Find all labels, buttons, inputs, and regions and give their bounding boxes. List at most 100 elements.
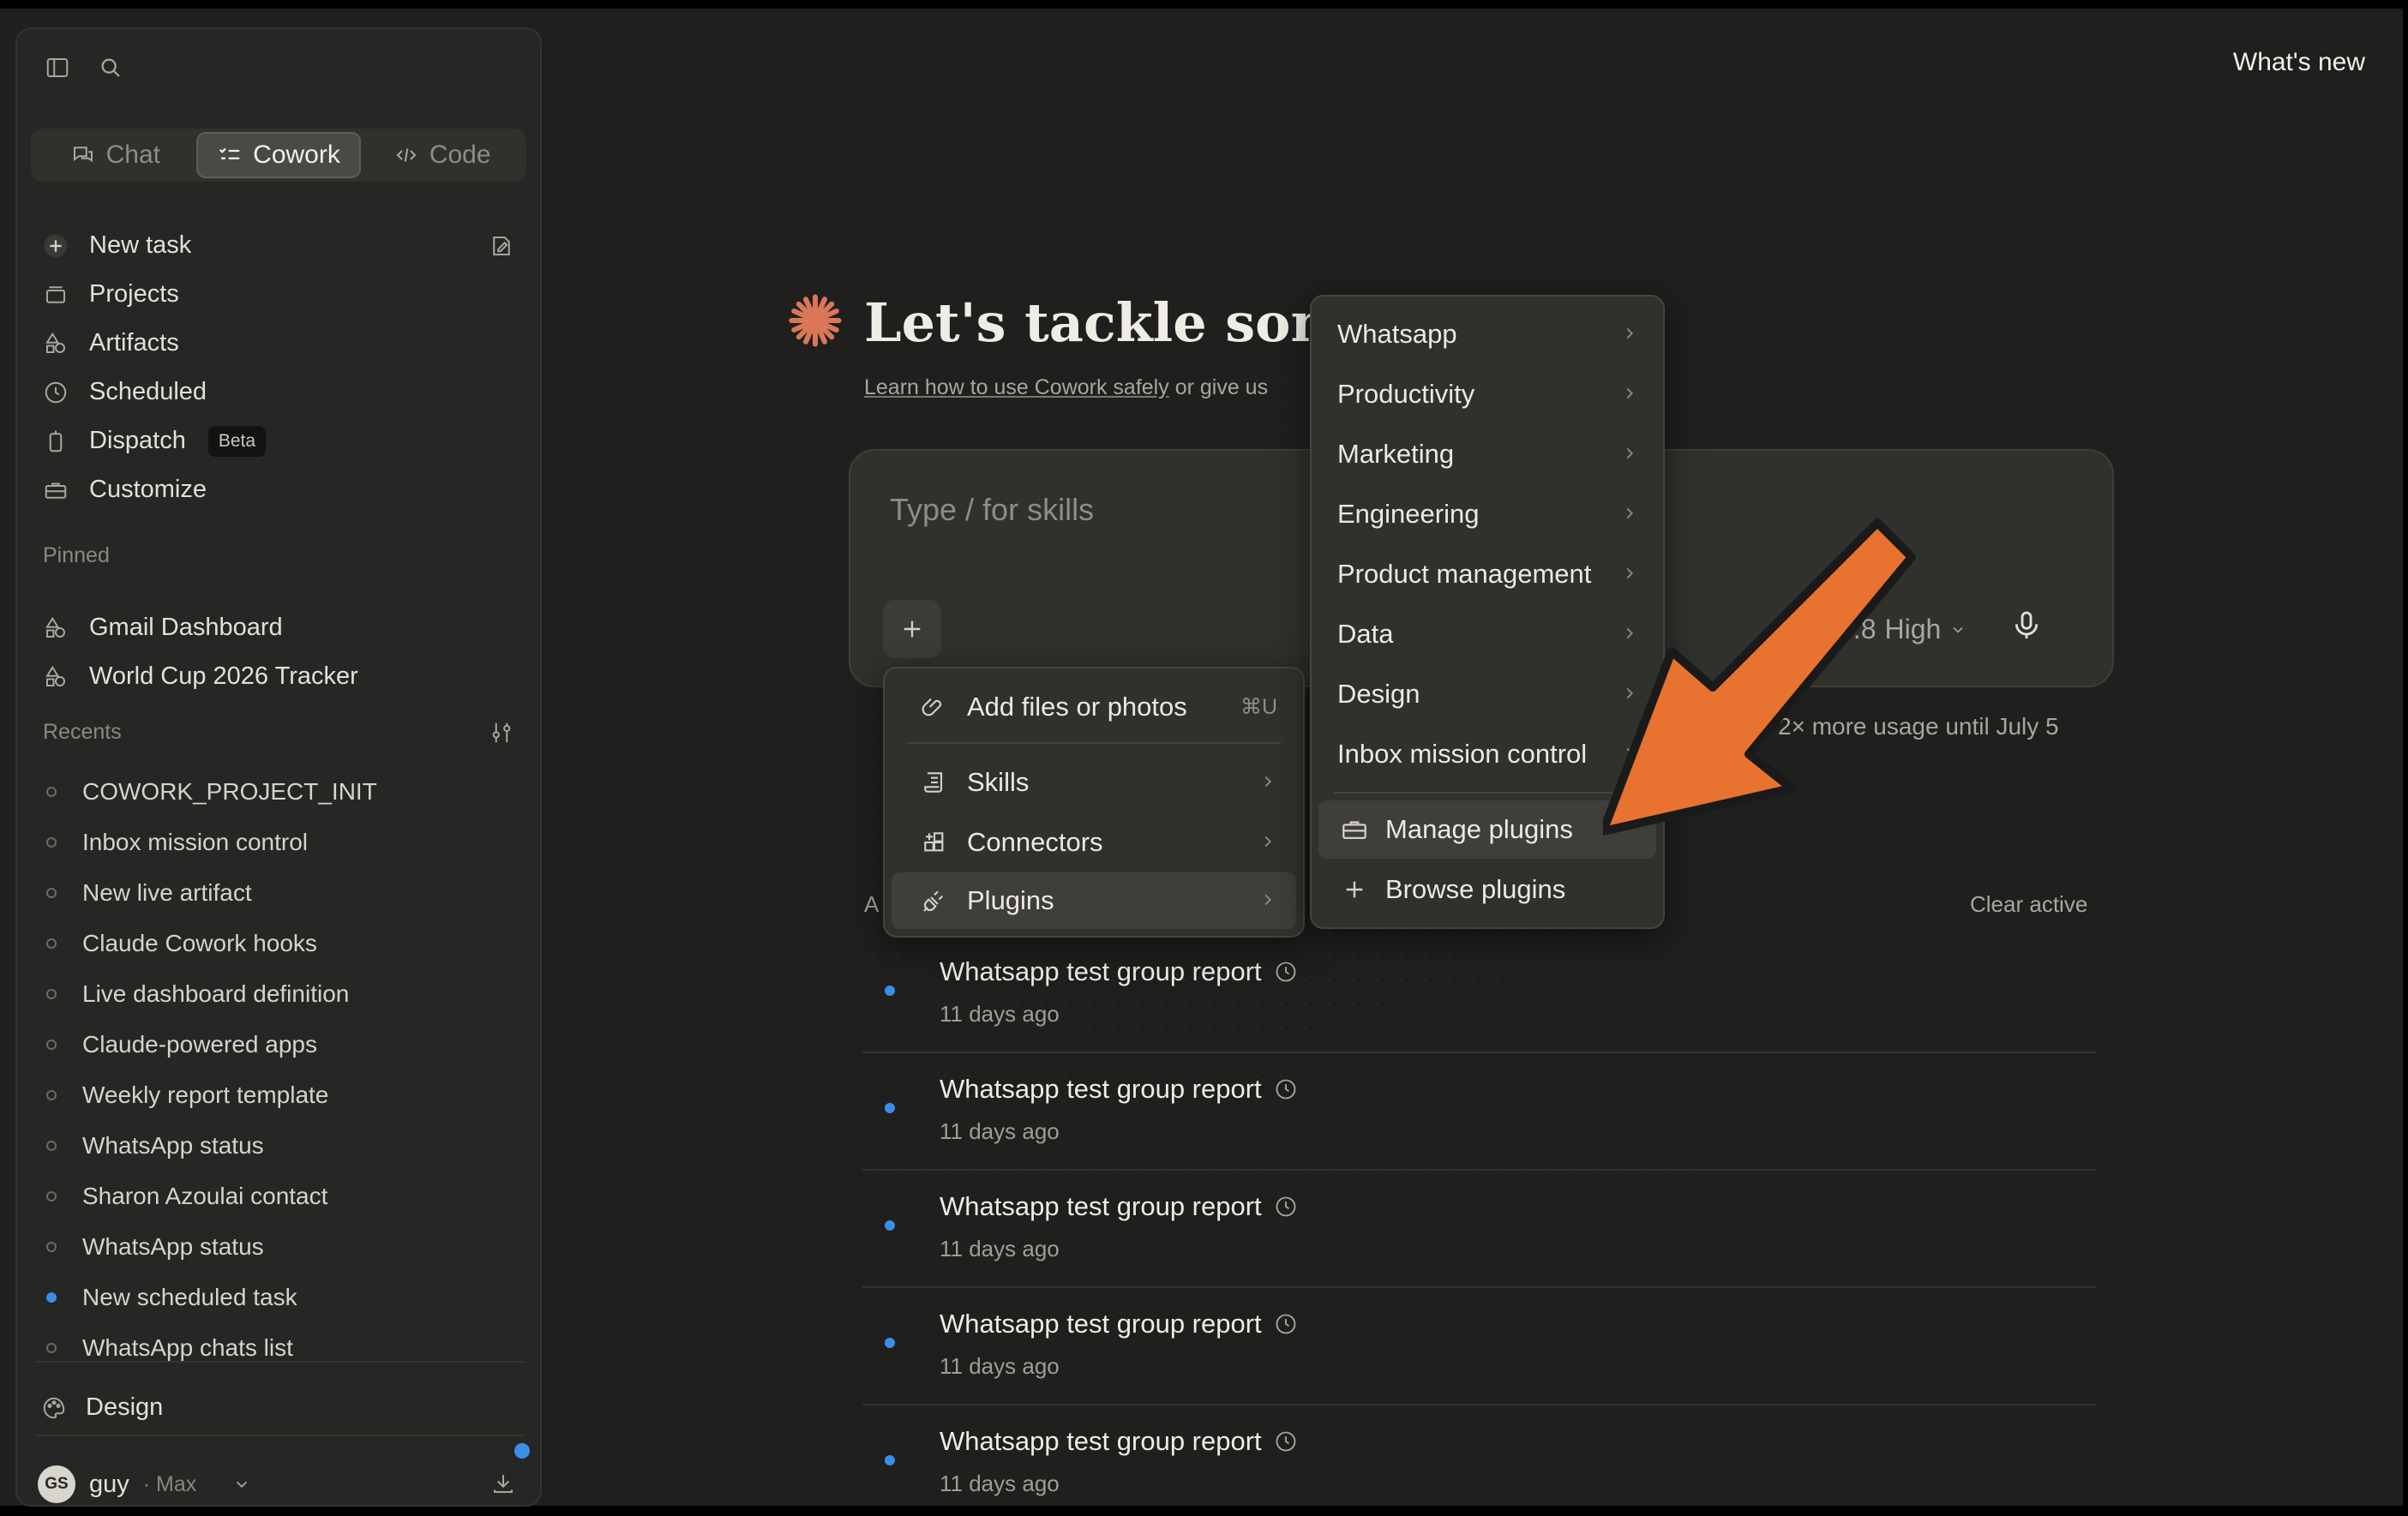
hero-heading: Let's tackle something [787, 291, 1387, 354]
sidebar-item-scheduled[interactable]: Scheduled [38, 368, 526, 416]
list-item[interactable]: WhatsApp chats list [38, 1322, 526, 1373]
mode-tabs: Chat Cowork Code [31, 129, 526, 182]
list-item[interactable]: WhatsApp status [38, 1221, 526, 1272]
recents-list: COWORK_PROJECT_INIT Inbox mission contro… [38, 766, 526, 1373]
task-title: Whatsapp test group report [940, 1074, 1298, 1105]
plugin-category-item[interactable]: Productivity [1318, 365, 1656, 423]
table-row[interactable]: Whatsapp test group report 11 days ago [862, 936, 2097, 1053]
tab-code-label: Code [429, 141, 491, 169]
table-row[interactable]: Whatsapp test group report 11 days ago [862, 1053, 2097, 1171]
menu-item-label: Product management [1337, 559, 1592, 589]
active-dot [46, 1291, 57, 1303]
menu-item-label: Whatsapp [1337, 319, 1457, 349]
divider [36, 1435, 525, 1436]
browse-plugins-button[interactable]: Browse plugins [1318, 860, 1656, 919]
sidebar-item-design[interactable]: Design [41, 1393, 163, 1422]
tab-code[interactable]: Code [361, 132, 523, 178]
sidebar-item-customize[interactable]: Customize [38, 465, 526, 514]
list-item[interactable]: COWORK_PROJECT_INIT [38, 766, 526, 817]
pinned-label: Pinned [43, 543, 110, 567]
folder-icon [41, 282, 70, 308]
list-item[interactable]: Claude Cowork hooks [38, 918, 526, 968]
tab-cowork-label: Cowork [253, 141, 340, 169]
list-item-label: Claude-powered apps [82, 1030, 317, 1058]
list-item[interactable]: WhatsApp status [38, 1120, 526, 1171]
checklist-icon [217, 142, 243, 168]
menu-item-label: Skills [967, 767, 1030, 797]
list-item[interactable]: Sharon Azoulai contact [38, 1171, 526, 1221]
task-title-text: Whatsapp test group report [940, 1074, 1262, 1104]
add-button[interactable] [883, 600, 941, 658]
menu-item-label: Data [1337, 619, 1394, 649]
sidebar-item-artifacts[interactable]: Artifacts [38, 319, 526, 368]
user-plan: · Max [142, 1471, 197, 1496]
list-item[interactable]: Live dashboard definition [38, 968, 526, 1019]
download-icon[interactable] [490, 1471, 516, 1496]
search-icon[interactable] [98, 55, 123, 81]
table-row[interactable]: Whatsapp test group report 11 days ago [862, 1405, 2097, 1516]
sidebar-item-new-task[interactable]: New task [38, 221, 526, 270]
task-title-text: Whatsapp test group report [940, 1309, 1262, 1339]
menu-item-connectors[interactable]: Connectors [892, 814, 1296, 871]
active-dot [885, 1338, 895, 1348]
menu-divider [907, 742, 1281, 744]
section-label: A [864, 891, 880, 917]
sidebar-item-label: Dispatch [89, 427, 186, 454]
table-row[interactable]: Whatsapp test group report 11 days ago [862, 1171, 2097, 1288]
prompt-input[interactable]: Type / for skills [890, 492, 1094, 528]
list-item[interactable]: Claude-powered apps [38, 1019, 526, 1070]
filter-sliders-icon[interactable] [489, 720, 514, 746]
sidebar-item-projects[interactable]: Projects [38, 270, 526, 319]
clock-icon [1274, 1195, 1298, 1219]
list-item-label: WhatsApp status [82, 1131, 264, 1159]
menu-item-plugins[interactable]: Plugins [892, 872, 1296, 929]
list-item[interactable]: Inbox mission control [38, 817, 526, 867]
clear-active-button[interactable]: Clear active [1970, 891, 2087, 918]
status-dot [46, 1089, 57, 1100]
microphone-icon[interactable] [2009, 608, 2044, 643]
sidebar-item-label: Projects [89, 280, 179, 308]
sidebar-item-label: New task [89, 231, 192, 259]
briefcase-icon [41, 477, 70, 503]
plus-icon [1337, 876, 1372, 903]
table-row[interactable]: Whatsapp test group report 11 days ago [862, 1288, 2097, 1405]
menu-divider [1334, 792, 1641, 794]
status-dot [46, 938, 57, 949]
menu-item-skills[interactable]: Skills [892, 754, 1296, 811]
list-item[interactable]: Weekly report template [38, 1070, 526, 1120]
task-list: Whatsapp test group report 11 days ago W… [862, 936, 2097, 1516]
pinned-item[interactable]: World Cup 2026 Tracker [38, 652, 526, 701]
list-item-label: COWORK_PROJECT_INIT [82, 777, 377, 805]
chevron-right-icon [1620, 379, 1639, 410]
task-title: Whatsapp test group report [940, 1426, 1298, 1457]
plugin-category-item[interactable]: Marketing [1318, 425, 1656, 483]
tab-chat[interactable]: Chat [34, 132, 196, 178]
list-item[interactable]: New scheduled task [38, 1272, 526, 1322]
whats-new-link[interactable]: What's new [2233, 48, 2365, 77]
tab-cowork[interactable]: Cowork [195, 132, 362, 178]
sidebar-toolbar [45, 55, 123, 81]
task-title: Whatsapp test group report [940, 1191, 1298, 1222]
hero-subtitle: Learn how to use Cowork safely or give u… [864, 375, 1310, 400]
plugin-category-item[interactable]: Whatsapp [1318, 305, 1656, 363]
chevron-right-icon [1620, 319, 1639, 350]
sidebar-item-dispatch[interactable]: Dispatch Beta [38, 416, 526, 465]
chevron-right-icon [1258, 767, 1277, 798]
menu-item-add-files[interactable]: Add files or photos ⌘U [892, 679, 1296, 735]
user-menu[interactable]: GS guy · Max [38, 1465, 251, 1503]
task-time: 11 days ago [940, 1353, 1060, 1379]
list-item-label: New scheduled task [82, 1283, 297, 1310]
pinned-item-label: Gmail Dashboard [89, 614, 283, 641]
sidebar-toggle-icon[interactable] [45, 55, 70, 81]
hero-subtitle-rest: or give us [1168, 375, 1269, 399]
active-dot [885, 1103, 895, 1113]
pinned-item[interactable]: Gmail Dashboard [38, 603, 526, 652]
tab-chat-label: Chat [105, 141, 161, 169]
status-dot [46, 1190, 57, 1201]
list-item[interactable]: New live artifact [38, 867, 526, 918]
toolbox-icon [1337, 815, 1372, 844]
menu-item-label: Connectors [967, 827, 1103, 857]
scroll-icon [914, 769, 955, 796]
cowork-safety-link[interactable]: Learn how to use Cowork safely [864, 375, 1169, 399]
page-title: Let's tackle something [864, 291, 1387, 354]
